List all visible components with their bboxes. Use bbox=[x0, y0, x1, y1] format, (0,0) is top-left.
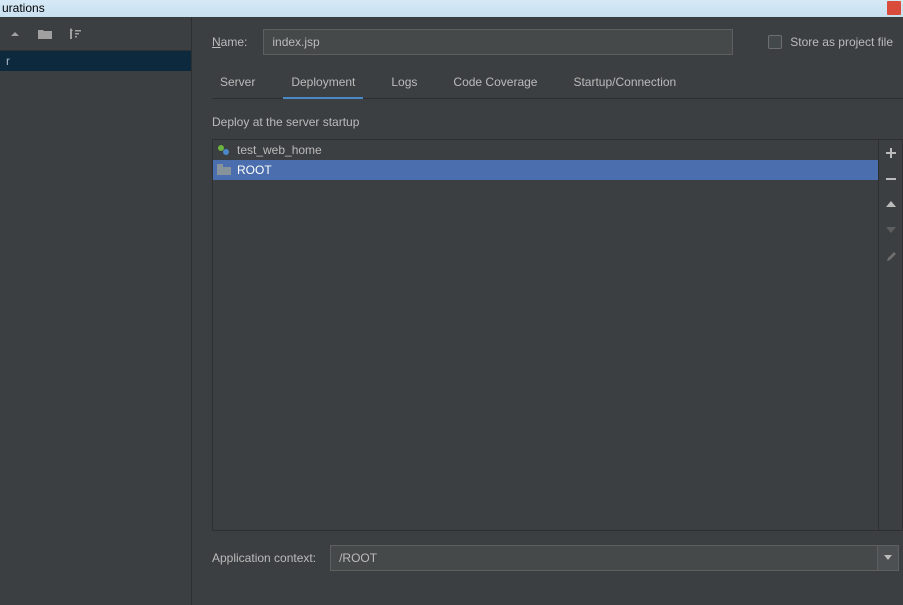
chevron-down-icon bbox=[877, 545, 899, 571]
tree-item-label: r bbox=[6, 54, 10, 68]
left-toolbar bbox=[0, 17, 191, 51]
left-panel: r bbox=[0, 17, 192, 605]
close-icon[interactable] bbox=[887, 1, 901, 15]
folder-icon bbox=[217, 164, 231, 176]
sort-icon[interactable] bbox=[70, 28, 82, 40]
deploy-item-label: ROOT bbox=[237, 160, 272, 180]
remove-button[interactable] bbox=[879, 166, 903, 192]
move-down-button[interactable] bbox=[879, 218, 903, 244]
deploy-label: Deploy at the server startup bbox=[212, 115, 903, 129]
checkbox-icon bbox=[768, 35, 782, 49]
deploy-side-buttons bbox=[878, 140, 902, 530]
window-title: urations bbox=[2, 0, 45, 17]
tab-logs[interactable]: Logs bbox=[383, 69, 425, 99]
deploy-list[interactable]: test_web_home ROOT bbox=[213, 140, 878, 530]
store-label: Store as project file bbox=[790, 35, 893, 49]
context-label: Application context: bbox=[212, 551, 316, 565]
deploy-item-folder[interactable]: ROOT bbox=[213, 160, 878, 180]
artifact-icon bbox=[217, 143, 231, 157]
deploy-body: test_web_home ROOT bbox=[212, 139, 903, 531]
tab-deployment[interactable]: Deployment bbox=[283, 69, 363, 99]
context-select[interactable]: /ROOT bbox=[330, 545, 899, 571]
collapse-icon[interactable] bbox=[10, 29, 20, 39]
deploy-item-label: test_web_home bbox=[237, 140, 322, 160]
name-input[interactable] bbox=[263, 29, 733, 55]
context-row: Application context: /ROOT bbox=[212, 545, 903, 571]
tab-server[interactable]: Server bbox=[212, 69, 263, 99]
tree-item[interactable]: r bbox=[0, 51, 191, 71]
name-label: Name: bbox=[212, 35, 247, 49]
deploy-section: Deploy at the server startup test_web_ho… bbox=[212, 99, 903, 605]
titlebar: urations bbox=[0, 0, 903, 17]
right-panel: Name: Store as project file Server Deplo… bbox=[192, 17, 903, 605]
edit-button[interactable] bbox=[879, 244, 903, 270]
tab-startup-connection[interactable]: Startup/Connection bbox=[565, 69, 684, 99]
store-as-project-file[interactable]: Store as project file bbox=[768, 35, 893, 49]
tabs: Server Deployment Logs Code Coverage Sta… bbox=[212, 69, 903, 99]
move-up-button[interactable] bbox=[879, 192, 903, 218]
folder-icon[interactable] bbox=[38, 28, 52, 40]
add-button[interactable] bbox=[879, 140, 903, 166]
deploy-item-artifact[interactable]: test_web_home bbox=[213, 140, 878, 160]
context-value: /ROOT bbox=[330, 545, 877, 571]
name-row: Name: Store as project file bbox=[212, 29, 903, 55]
tab-code-coverage[interactable]: Code Coverage bbox=[445, 69, 545, 99]
